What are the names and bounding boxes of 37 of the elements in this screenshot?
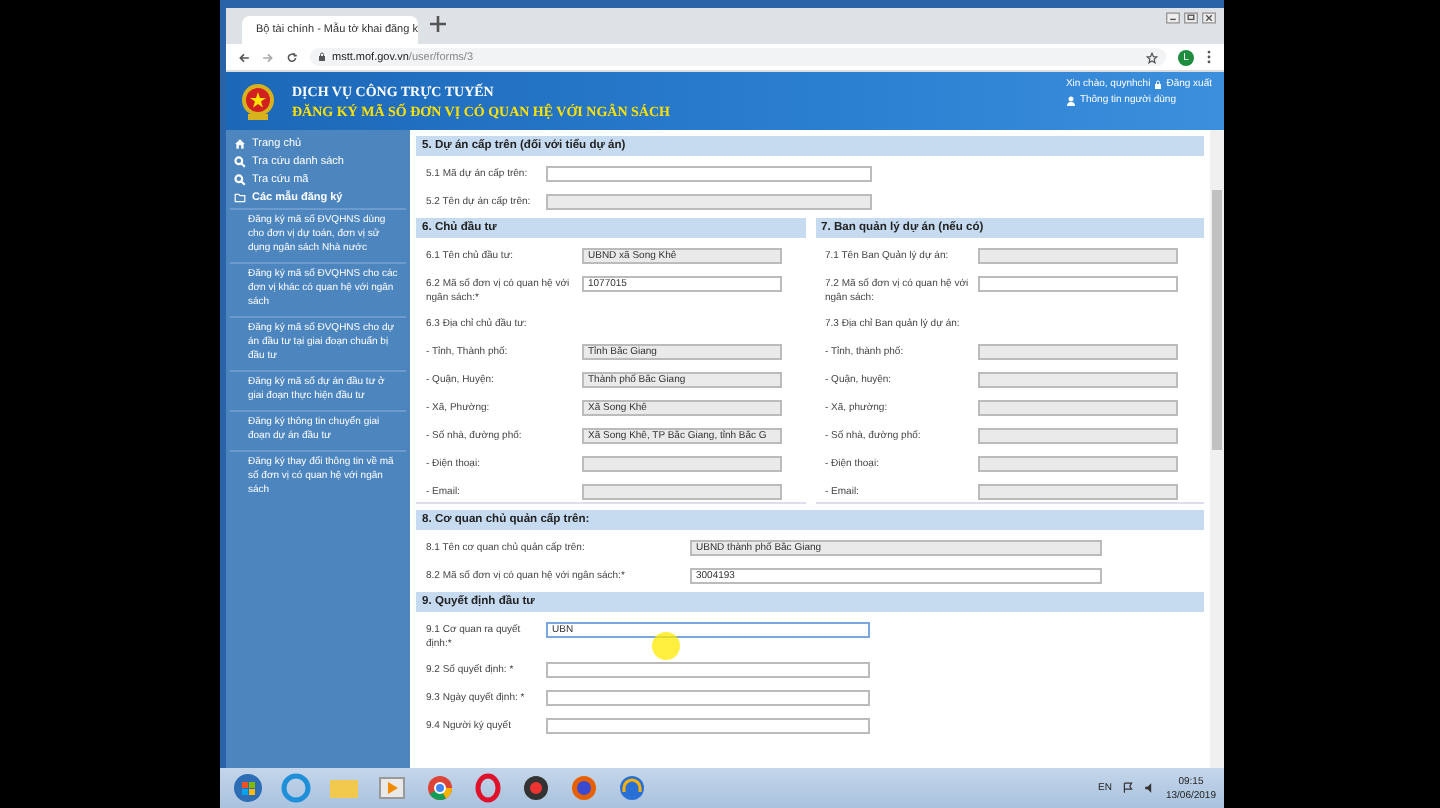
close-icon[interactable] (1202, 12, 1216, 24)
input-field[interactable] (977, 372, 1177, 388)
input-field[interactable] (977, 484, 1177, 500)
input-field[interactable] (546, 690, 870, 706)
start-button[interactable] (228, 772, 268, 804)
input-field[interactable] (546, 718, 870, 734)
flag-icon[interactable] (1121, 782, 1134, 794)
lock-icon (318, 52, 326, 62)
emblem-icon (238, 81, 278, 121)
reload-icon[interactable] (286, 51, 298, 63)
home-icon (234, 138, 246, 150)
input-field[interactable] (977, 400, 1177, 416)
lock-icon (1154, 79, 1163, 89)
user-icon (1065, 95, 1076, 105)
search-icon (234, 156, 246, 168)
input-field[interactable] (582, 484, 782, 500)
scrollbar[interactable] (1210, 130, 1224, 768)
input-field[interactable] (546, 194, 872, 210)
input-field[interactable] (977, 428, 1177, 444)
input-field[interactable] (546, 166, 872, 182)
input-field[interactable] (977, 344, 1177, 360)
input-field[interactable] (977, 456, 1177, 472)
star-icon[interactable] (1146, 51, 1158, 63)
forward-icon[interactable] (262, 51, 274, 63)
browser-taskbar-icon[interactable] (276, 772, 316, 804)
folder-icon (234, 192, 246, 204)
input-field[interactable] (582, 456, 782, 472)
back-icon[interactable] (238, 51, 250, 63)
new-tab-icon[interactable] (428, 10, 448, 38)
speaker-icon[interactable] (1143, 782, 1156, 794)
maximize-icon[interactable] (1184, 12, 1198, 24)
minimize-icon[interactable] (1166, 12, 1180, 24)
search-icon (234, 174, 246, 186)
input-field[interactable] (977, 276, 1177, 292)
menu-icon[interactable] (1206, 50, 1212, 64)
input-field[interactable] (546, 662, 870, 678)
input-field[interactable] (977, 248, 1177, 264)
